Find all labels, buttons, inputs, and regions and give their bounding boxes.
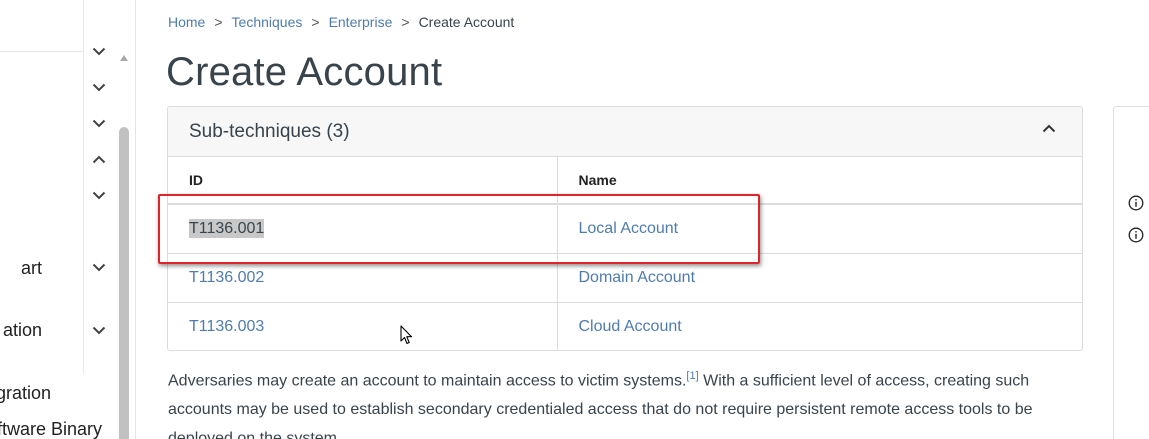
chevron-down-icon[interactable] (91, 81, 107, 93)
scrollbar-thumb[interactable] (119, 127, 129, 439)
subtechnique-id-link[interactable]: T1136.003 (189, 318, 264, 335)
technique-info-panel (1113, 106, 1149, 439)
info-icon[interactable] (1128, 195, 1144, 211)
subtechniques-table: ID Name T1136.001 Local Account T1136.00… (168, 157, 1082, 350)
chevron-up-icon[interactable] (91, 153, 107, 165)
subtechniques-title: Sub-techniques (3) (189, 121, 350, 142)
table-cell-id: T1136.003 (168, 301, 558, 350)
sidebar-nav: art ation gration ftware Binary (0, 0, 136, 439)
breadcrumb-enterprise[interactable]: Enterprise (329, 14, 393, 30)
scroll-up-arrow-icon[interactable] (120, 55, 128, 61)
chevron-up-icon[interactable] (1042, 124, 1058, 138)
table-cell-name: Domain Account (557, 252, 1082, 302)
sidebar-item-label[interactable]: ation (0, 320, 42, 341)
page-title: Create Account (166, 50, 443, 94)
breadcrumb-separator: > (401, 14, 410, 30)
chevron-down-icon[interactable] (91, 261, 107, 273)
chevron-down-icon[interactable] (91, 117, 107, 129)
subtechnique-id-link[interactable]: T1136.002 (189, 269, 264, 286)
table-cell-id: T1136.001 (168, 204, 558, 253)
subtechnique-name-link[interactable]: Local Account (579, 220, 679, 237)
subtechnique-name-link[interactable]: Cloud Account (579, 318, 682, 335)
breadcrumb-techniques[interactable]: Techniques (232, 14, 303, 30)
sidebar-divider (83, 0, 84, 374)
table-header-row: ID Name (168, 157, 1082, 205)
description-text: Adversaries may create an account to mai… (168, 372, 687, 390)
citation: [1] (686, 367, 698, 382)
table-row: T1136.002 Domain Account (168, 252, 1082, 302)
mouse-cursor-icon (400, 325, 412, 345)
sidebar-item-label[interactable]: ftware Binary (0, 419, 102, 439)
chevron-down-icon[interactable] (91, 324, 107, 336)
subtechniques-header[interactable]: Sub-techniques (3) (168, 107, 1082, 157)
technique-description: Adversaries may create an account to mai… (168, 360, 1068, 439)
table-row: T1136.003 Cloud Account (168, 301, 1082, 350)
subtechniques-card: Sub-techniques (3) ID Name T1136.001 Loc… (167, 106, 1083, 351)
sidebar-item-label[interactable]: art (0, 258, 42, 279)
subtechnique-id-link[interactable]: T1136.001 (189, 218, 265, 238)
sidebar-item-label[interactable]: gration (0, 383, 51, 404)
citation-link[interactable]: [1] (686, 370, 698, 382)
table-cell-name: Local Account (557, 204, 1082, 253)
subtechnique-name-link[interactable]: Domain Account (579, 269, 696, 286)
breadcrumb: Home > Techniques > Enterprise > Create Accoun… (168, 14, 514, 30)
chevron-down-icon[interactable] (91, 189, 107, 201)
breadcrumb-separator: > (214, 14, 223, 30)
table-row: T1136.001 Local Account (168, 204, 1082, 253)
breadcrumb-home[interactable]: Home (168, 14, 205, 30)
sidebar-divider (0, 51, 84, 52)
column-header-name: Name (557, 157, 1082, 205)
table-cell-id: T1136.002 (168, 252, 558, 302)
column-header-id: ID (168, 157, 558, 205)
table-cell-name: Cloud Account (557, 301, 1082, 350)
chevron-down-icon[interactable] (91, 45, 107, 57)
breadcrumb-separator: > (311, 14, 320, 30)
breadcrumb-current: Create Account (418, 14, 515, 30)
info-icon[interactable] (1128, 227, 1144, 243)
